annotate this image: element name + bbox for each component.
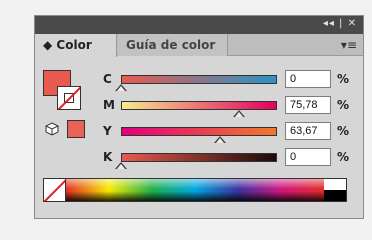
black-white-swatches[interactable]: [324, 179, 346, 201]
slider-label: Y: [103, 124, 112, 138]
tab-color-guide[interactable]: Guía de color: [118, 34, 228, 56]
black-swatch[interactable]: [324, 190, 346, 201]
black-slider-thumb[interactable]: [115, 162, 127, 169]
color-spectrum[interactable]: [43, 178, 347, 202]
panel-tabs: ◆ Color Guía de color ▾≡: [35, 34, 363, 57]
gamut-swatch[interactable]: [67, 120, 85, 138]
panel-controls[interactable]: ◂◂ | ✕: [323, 18, 357, 29]
unit-label: %: [337, 72, 350, 86]
panel-titlebar[interactable]: ◂◂ | ✕: [35, 16, 363, 34]
black-slider-track[interactable]: [121, 153, 277, 162]
magenta-slider-track[interactable]: [121, 101, 277, 110]
slider-label: K: [103, 150, 113, 164]
slider-label: C: [103, 72, 112, 86]
none-color-swatch[interactable]: [44, 179, 66, 201]
black-value-input[interactable]: 0: [285, 148, 331, 166]
cyan-slider-track[interactable]: [121, 75, 277, 84]
tab-color[interactable]: ◆ Color: [35, 34, 117, 57]
magenta-value-input[interactable]: 75,78: [285, 96, 331, 114]
yellow-slider-track[interactable]: [121, 127, 277, 136]
yellow-value-input[interactable]: 63,67: [285, 122, 331, 140]
color-panel: ◂◂ | ✕ ◆ Color Guía de color ▾≡ C 0 % M …: [34, 15, 364, 219]
unit-label: %: [337, 124, 350, 138]
slider-row-yellow: Y 63,67 %: [99, 122, 361, 144]
out-of-web-color-cube-icon[interactable]: [45, 122, 59, 136]
slider-row-cyan: C 0 %: [99, 70, 361, 92]
magenta-slider-thumb[interactable]: [233, 110, 245, 117]
cyan-slider-thumb[interactable]: [115, 84, 127, 91]
yellow-slider-thumb[interactable]: [214, 136, 226, 143]
panel-menu-icon[interactable]: ▾≡: [341, 38, 357, 52]
unit-label: %: [337, 98, 350, 112]
white-swatch[interactable]: [324, 179, 346, 190]
unit-label: %: [337, 150, 350, 164]
stroke-swatch[interactable]: [57, 86, 81, 110]
cyan-value-input[interactable]: 0: [285, 70, 331, 88]
stroke-inner: [64, 93, 74, 103]
slider-row-magenta: M 75,78 %: [99, 96, 361, 118]
slider-row-black: K 0 %: [99, 148, 361, 170]
slider-label: M: [103, 98, 115, 112]
spectrum-ramp[interactable]: [66, 179, 324, 201]
